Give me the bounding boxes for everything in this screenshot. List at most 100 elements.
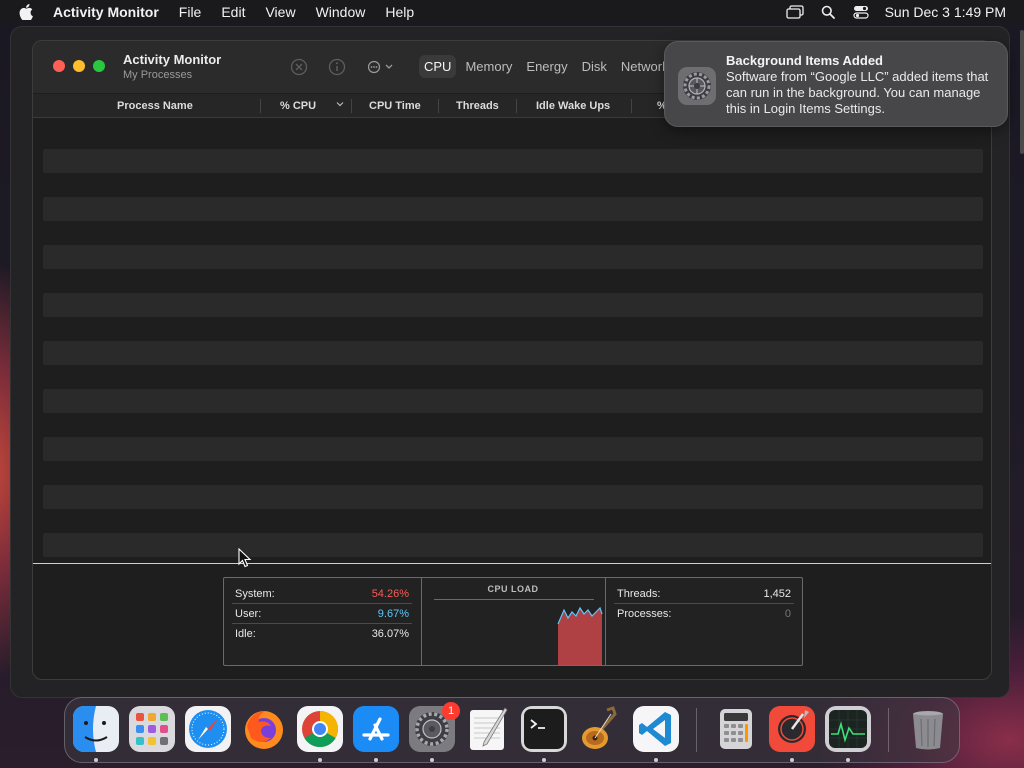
running-indicator bbox=[374, 758, 378, 762]
textedit-icon[interactable] bbox=[465, 706, 511, 752]
notification-body: Software from “Google LLC” added items t… bbox=[726, 69, 989, 116]
running-indicator bbox=[542, 758, 546, 762]
user-value: 9.67% bbox=[377, 608, 409, 620]
menu-app-name[interactable]: Activity Monitor bbox=[53, 4, 159, 20]
idle-label: Idle: bbox=[235, 628, 256, 640]
table-row[interactable] bbox=[43, 509, 983, 533]
column-separator[interactable] bbox=[438, 99, 439, 113]
menu-window[interactable]: Window bbox=[316, 4, 366, 20]
table-row[interactable] bbox=[43, 341, 983, 365]
menu-file[interactable]: File bbox=[179, 4, 202, 20]
menu-view[interactable]: View bbox=[265, 4, 295, 20]
running-indicator bbox=[654, 758, 658, 762]
column-threads[interactable]: Threads bbox=[456, 100, 499, 112]
stop-process-icon[interactable] bbox=[289, 57, 309, 77]
table-row[interactable] bbox=[43, 317, 983, 341]
column-process-name[interactable]: Process Name bbox=[117, 100, 193, 112]
column-separator[interactable] bbox=[351, 99, 352, 113]
close-button[interactable] bbox=[53, 60, 65, 72]
spotlight-search-icon[interactable] bbox=[819, 4, 837, 20]
safari-icon[interactable] bbox=[185, 706, 231, 752]
column-separator[interactable] bbox=[631, 99, 632, 113]
firefox-icon[interactable] bbox=[241, 706, 287, 752]
dock: 1 bbox=[64, 697, 960, 763]
tab-memory[interactable]: Memory bbox=[460, 55, 517, 78]
table-row[interactable] bbox=[43, 245, 983, 269]
tab-energy[interactable]: Energy bbox=[521, 55, 572, 78]
finder-icon[interactable] bbox=[73, 706, 119, 752]
process-table[interactable] bbox=[43, 125, 983, 557]
table-row[interactable] bbox=[43, 293, 983, 317]
activity-monitor-icon[interactable] bbox=[825, 706, 871, 752]
menu-help[interactable]: Help bbox=[385, 4, 414, 20]
notification-title: Background Items Added bbox=[726, 53, 883, 68]
chrome-icon[interactable] bbox=[297, 706, 343, 752]
cpu-usage-summary: System: 54.26% User: 9.67% Idle: 36.07% bbox=[232, 584, 412, 644]
table-row[interactable] bbox=[43, 461, 983, 485]
desktop-scrollbar bbox=[1020, 30, 1024, 154]
column-separator[interactable] bbox=[260, 99, 261, 113]
mouse-cursor-icon bbox=[238, 548, 252, 568]
cpu-stats-panel: System: 54.26% User: 9.67% Idle: 36.07% … bbox=[223, 577, 803, 666]
table-row[interactable] bbox=[43, 437, 983, 461]
menu-clock[interactable]: Sun Dec 3 1:49 PM bbox=[885, 4, 1006, 20]
column-idle-wake-ups[interactable]: Idle Wake Ups bbox=[536, 100, 610, 112]
table-row[interactable] bbox=[43, 365, 983, 389]
cpu-load-graph bbox=[557, 606, 603, 666]
running-indicator bbox=[790, 758, 794, 762]
garageband-icon[interactable] bbox=[577, 706, 623, 752]
window-title: Activity Monitor bbox=[123, 52, 222, 67]
tab-cpu[interactable]: CPU bbox=[419, 55, 457, 78]
notification-banner[interactable]: Background Items Added Software from “Go… bbox=[664, 41, 1008, 127]
minimize-button[interactable] bbox=[73, 60, 85, 72]
split-divider[interactable] bbox=[33, 563, 991, 564]
running-indicator bbox=[846, 758, 850, 762]
more-options-icon[interactable] bbox=[363, 57, 399, 77]
dock-separator bbox=[888, 708, 889, 752]
table-row[interactable] bbox=[43, 197, 983, 221]
calculator-icon[interactable] bbox=[713, 706, 759, 752]
column-cpu-percent[interactable]: % CPU bbox=[280, 100, 316, 112]
table-row[interactable] bbox=[43, 269, 983, 293]
running-indicator bbox=[94, 758, 98, 762]
table-row[interactable] bbox=[43, 221, 983, 245]
cpu-load-rule bbox=[434, 599, 594, 600]
zoom-button[interactable] bbox=[93, 60, 105, 72]
menu-edit[interactable]: Edit bbox=[221, 4, 245, 20]
table-row[interactable] bbox=[43, 485, 983, 509]
table-row[interactable] bbox=[43, 173, 983, 197]
processes-value: 0 bbox=[784, 608, 791, 620]
app-store-icon[interactable] bbox=[353, 706, 399, 752]
column-cpu-time[interactable]: CPU Time bbox=[369, 100, 421, 112]
instruments-icon[interactable] bbox=[769, 706, 815, 752]
system-settings-gear-icon bbox=[677, 66, 717, 106]
control-center-icon[interactable] bbox=[852, 4, 870, 20]
stat-idle: Idle: 36.07% bbox=[232, 624, 412, 644]
table-row[interactable] bbox=[43, 389, 983, 413]
dock-separator bbox=[696, 708, 697, 752]
user-label: User: bbox=[235, 608, 262, 620]
system-value: 54.26% bbox=[371, 588, 409, 600]
vscode-icon[interactable] bbox=[633, 706, 679, 752]
sort-chevron-icon[interactable] bbox=[335, 99, 345, 112]
system-label: System: bbox=[235, 588, 275, 600]
stat-user: User: 9.67% bbox=[232, 604, 412, 624]
processes-label: Processes: bbox=[617, 608, 672, 620]
launchpad-icon[interactable] bbox=[129, 706, 175, 752]
view-tabs: CPU Memory Energy Disk Network bbox=[419, 55, 678, 78]
table-row[interactable] bbox=[43, 413, 983, 437]
panel-separator bbox=[605, 578, 606, 665]
trash-icon[interactable] bbox=[905, 706, 951, 752]
tab-disk[interactable]: Disk bbox=[577, 55, 612, 78]
info-icon[interactable] bbox=[327, 57, 347, 77]
terminal-icon[interactable] bbox=[521, 706, 567, 752]
stat-threads: Threads: 1,452 bbox=[614, 584, 794, 604]
thread-summary: Threads: 1,452 Processes: 0 bbox=[614, 584, 794, 624]
screen-mirroring-icon[interactable] bbox=[785, 4, 804, 20]
table-row[interactable] bbox=[43, 533, 983, 557]
table-row[interactable] bbox=[43, 125, 983, 149]
table-row[interactable] bbox=[43, 149, 983, 173]
apple-logo-icon[interactable] bbox=[19, 4, 33, 21]
column-separator[interactable] bbox=[516, 99, 517, 113]
threads-label: Threads: bbox=[617, 588, 661, 600]
